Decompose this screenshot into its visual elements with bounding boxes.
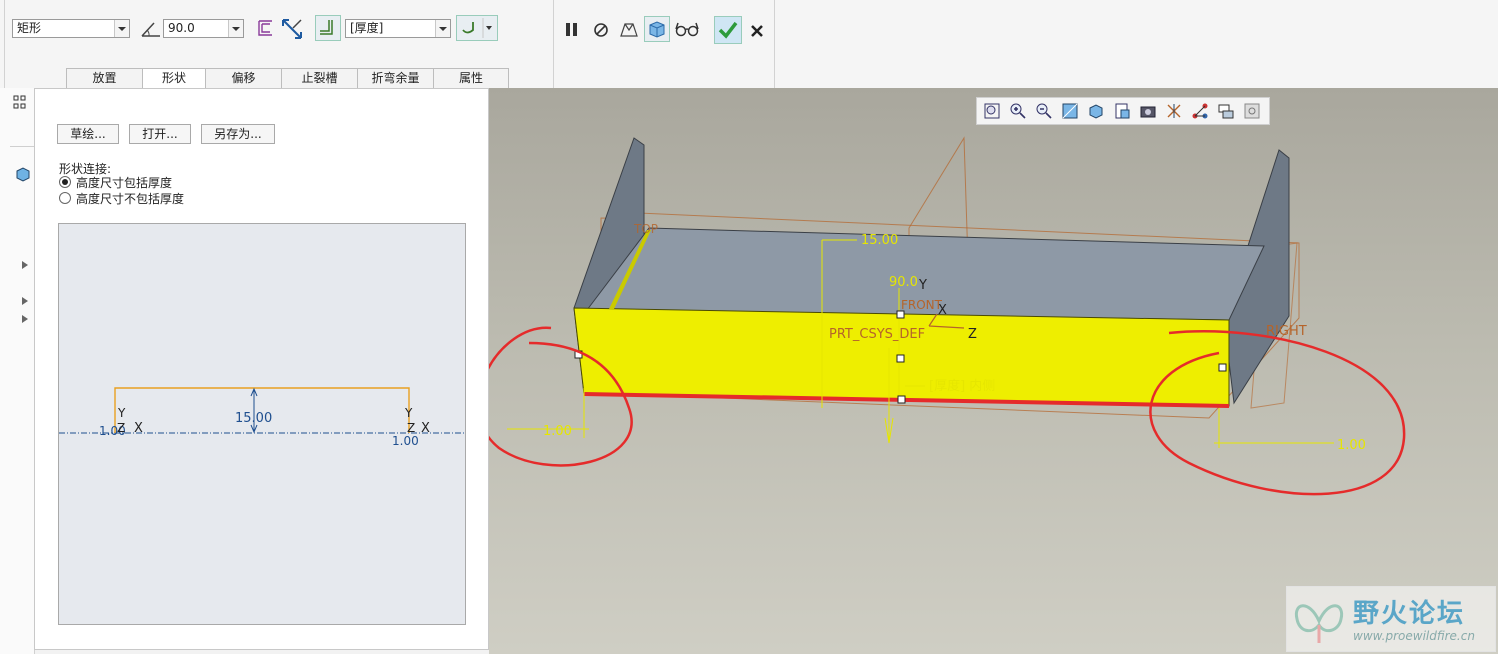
sketch-y-label-right: Y <box>404 406 413 420</box>
glasses-icon[interactable] <box>674 19 700 39</box>
graphics-viewport[interactable]: TOP FRONT RIGHT PRT_CSYS_DEF Y X Z 15.00… <box>489 88 1498 654</box>
thickness-side-button[interactable] <box>315 15 341 41</box>
tab-placement[interactable]: 放置 <box>66 68 143 88</box>
angle-value: 90.0 <box>168 21 195 35</box>
shape-sketch-preview[interactable]: 15.00 1.00 1.00 Y Z X Y Z X <box>58 223 466 625</box>
sketch-button[interactable]: 草绘... <box>57 124 119 144</box>
dim-left-label: 1.00 <box>543 424 572 439</box>
open-button[interactable]: 打开... <box>129 124 191 144</box>
flip-profile-icon[interactable] <box>254 17 276 39</box>
sketch-right-dim: 1.00 <box>392 434 419 448</box>
option-include-label: 高度尺寸包括厚度 <box>76 175 173 190</box>
angle-icon <box>141 22 160 37</box>
option-exclude-label: 高度尺寸不包括厚度 <box>76 191 185 206</box>
confirm-button[interactable] <box>714 16 742 44</box>
datum-display-icon[interactable] <box>1163 101 1185 121</box>
tree-settings-icon[interactable] <box>12 94 28 112</box>
butterfly-logo-icon <box>1294 604 1344 643</box>
part-icon[interactable] <box>15 166 31 182</box>
saved-views-icon[interactable] <box>1111 101 1133 121</box>
radio-include[interactable] <box>59 176 71 188</box>
axis-x-label: X <box>938 303 947 318</box>
axis-y-label: Y <box>918 278 927 293</box>
plane-top-label: TOP <box>633 222 658 236</box>
plane-front-label: FRONT <box>901 298 943 312</box>
repaint-icon[interactable] <box>1059 101 1081 121</box>
thickness-value: [厚度] <box>350 21 384 35</box>
tab-properties[interactable]: 属性 <box>433 68 509 88</box>
zoom-in-icon[interactable] <box>1007 101 1029 121</box>
dim-height-label: 15.00 <box>861 233 898 248</box>
expand-arrow-icon[interactable] <box>20 260 30 270</box>
feature-ribbon: 矩形 90.0 [厚度] 放置 形状 偏移 止裂槽 折弯余量 属性 <box>0 0 1498 89</box>
annotation-display-icon[interactable] <box>1215 101 1237 121</box>
chevron-down-icon[interactable] <box>228 20 243 37</box>
ribbon-separator <box>4 0 5 88</box>
sketch-height-dim: 15.00 <box>235 411 272 426</box>
verify-mode-button[interactable] <box>644 16 670 42</box>
axis-z-label: Z <box>968 327 977 342</box>
forum-name: 野火论坛 <box>1353 599 1466 629</box>
sketch-x-label: X <box>134 421 143 436</box>
thickness-dropdown[interactable]: [厚度] <box>345 19 451 38</box>
shape-panel: 草绘... 打开... 另存为... 形状连接: 高度尺寸包括厚度 高度尺寸不包… <box>34 88 489 650</box>
tab-shape[interactable]: 形状 <box>142 68 206 88</box>
dim-angle-label: 90.0 <box>889 275 918 290</box>
forum-url: www.proewildfire.cn <box>1353 629 1475 643</box>
display-style-icon[interactable] <box>1085 101 1107 121</box>
model-canvas[interactable]: TOP FRONT RIGHT PRT_CSYS_DEF Y X Z 15.00… <box>489 88 1498 654</box>
option-exclude-thickness[interactable]: 高度尺寸不包括厚度 <box>59 190 184 206</box>
ribbon-separator <box>553 0 554 88</box>
flip-direction-icon[interactable] <box>280 17 304 41</box>
drag-handle[interactable] <box>1218 363 1227 372</box>
sketch-canvas: 15.00 1.00 1.00 Y Z X Y Z X <box>59 387 465 448</box>
drag-handle[interactable] <box>897 395 906 404</box>
option-include-thickness[interactable]: 高度尺寸包括厚度 <box>59 174 172 190</box>
dashboard-tabs: 放置 形状 偏移 止裂槽 折弯余量 属性 <box>66 68 509 88</box>
view-manager-icon[interactable] <box>1137 101 1159 121</box>
sketch-x-label-right: X <box>421 421 430 436</box>
checkmark-icon <box>718 21 738 39</box>
radio-exclude[interactable] <box>59 192 71 204</box>
sketch-z-label: Z <box>117 421 125 435</box>
csys-label: PRT_CSYS_DEF <box>829 327 925 342</box>
thickness-side-label: [厚度] 内侧 <box>929 378 995 394</box>
sketch-y-label: Y <box>117 406 126 420</box>
cancel-icon[interactable] <box>748 22 766 40</box>
tab-offset[interactable]: 偏移 <box>205 68 282 88</box>
cube-icon <box>649 21 665 38</box>
shape-type-dropdown[interactable]: 矩形 <box>12 19 130 38</box>
zoom-out-icon[interactable] <box>1033 101 1055 121</box>
shape-type-value: 矩形 <box>17 21 42 35</box>
dim-right-label: 1.00 <box>1337 438 1366 453</box>
tab-relief[interactable]: 止裂槽 <box>281 68 358 88</box>
expand-arrow-icon[interactable] <box>20 314 30 324</box>
spin-center-icon[interactable] <box>1241 101 1263 121</box>
divider <box>10 146 34 147</box>
model-tree-strip <box>0 88 35 654</box>
refit-icon[interactable] <box>981 101 1003 121</box>
view-toolbar <box>976 97 1270 125</box>
chevron-down-icon[interactable] <box>435 20 450 37</box>
ribbon-separator <box>774 0 775 88</box>
forum-watermark: 野火论坛 www.proewildfire.cn <box>1286 586 1496 652</box>
sketch-z-label-right: Z <box>407 421 415 435</box>
no-preview-icon[interactable] <box>591 20 611 40</box>
bend-relief-button[interactable] <box>456 15 498 41</box>
pause-icon[interactable] <box>563 20 581 40</box>
tab-bend-allowance[interactable]: 折弯余量 <box>357 68 434 88</box>
angle-input[interactable]: 90.0 <box>163 19 244 38</box>
geometry-preview-icon[interactable] <box>617 18 641 42</box>
drag-handle[interactable] <box>896 310 905 319</box>
thickness-side-icon <box>320 20 333 35</box>
save-as-button[interactable]: 另存为... <box>201 124 275 144</box>
drag-handle[interactable] <box>896 354 905 363</box>
chevron-down-icon[interactable] <box>114 20 129 37</box>
axis-display-icon[interactable] <box>1189 101 1211 121</box>
expand-arrow-icon[interactable] <box>20 296 30 306</box>
bend-relief-icon <box>462 18 492 38</box>
